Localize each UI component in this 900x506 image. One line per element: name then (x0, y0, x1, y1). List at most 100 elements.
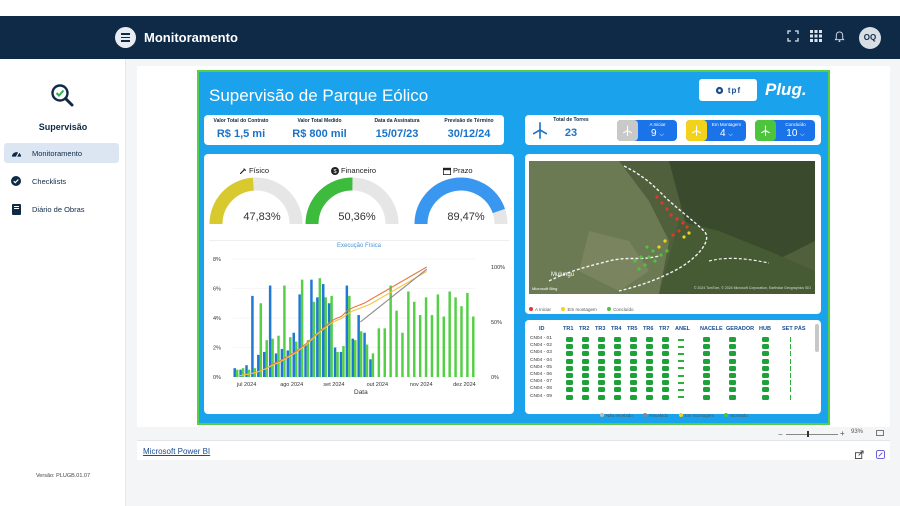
bar (472, 316, 475, 377)
table-header: TR1 (563, 326, 574, 332)
y2-tick-label: 0% (491, 375, 499, 381)
sidebar-item-checklists[interactable]: Checklists (4, 171, 119, 191)
powerbi-footer: Microsoft Power BI (137, 440, 890, 460)
table-cell-status (646, 380, 653, 386)
bar (383, 328, 386, 377)
table-cell-status (662, 358, 669, 364)
bar (294, 341, 298, 377)
table-cell-status (646, 365, 653, 371)
bar (300, 279, 304, 377)
x-axis-label: Data (354, 389, 368, 396)
zoom-slider-handle[interactable] (807, 431, 809, 437)
table-cell-status (703, 351, 710, 357)
chevron-down-icon: ⌵ (659, 132, 664, 138)
map-view[interactable]: Mulungu Microsoft Bing © 2024 TomTom, © … (529, 161, 815, 294)
status-pill-concluido[interactable]: Concluído 10 ⌵ (755, 120, 815, 141)
bar (318, 278, 322, 377)
table-cell-status (703, 365, 710, 371)
table-cell-status (703, 337, 710, 342)
bar (330, 295, 333, 378)
table-row-id: CN04 - 09 (530, 393, 552, 399)
sidebar-item-label: Diário de Obras (32, 204, 85, 214)
table-cell-status (566, 373, 573, 378)
check-circle-icon (10, 175, 22, 187)
kpi-label: Valor Total Medido (297, 118, 342, 124)
progress-card: Físico $ Financeiro Prazo 47,83% 50,36% … (204, 154, 514, 414)
table-scrollbar[interactable] (815, 324, 819, 352)
table-cell-status (678, 338, 684, 341)
table-cell-status (598, 344, 605, 350)
legend-montado: Montado (724, 413, 748, 418)
powerbi-report: Supervisão de Parque Eólico tpf Plug. Va… (197, 70, 830, 425)
table-cell-status (678, 388, 684, 391)
legend-concluido: Concluído (607, 307, 633, 312)
fullscreen-icon[interactable] (785, 30, 801, 46)
table-cell-status (566, 337, 573, 342)
bar (233, 368, 236, 377)
table-cell-status (598, 351, 605, 357)
zoom-out-button[interactable]: − (778, 430, 783, 439)
table-cell-status (703, 380, 710, 386)
table-cell-status (790, 358, 795, 364)
execucao-fisica-chart: Execução Física 0% 2% 4% 6% 8% 0% 50% 100% jul 2… (209, 240, 509, 410)
kpi-value: R$ 800 mil (292, 128, 347, 140)
powerbi-link[interactable]: Microsoft Power BI (143, 447, 210, 456)
bar (401, 332, 404, 377)
zoom-slider[interactable] (786, 434, 838, 435)
report-title: Supervisão de Parque Eólico (209, 86, 429, 105)
table-header: TR2 (579, 326, 590, 332)
sidebar-item-monitoramento[interactable]: Monitoramento (4, 143, 119, 163)
bar (283, 285, 286, 377)
supervision-logo-icon (50, 83, 74, 107)
table-header: TR5 (627, 326, 638, 332)
x-tick-label: jul 2024 (236, 382, 256, 388)
table-cell-status (678, 396, 684, 399)
kpi-signature-date: Data da Assinatura 15/07/23 (362, 118, 432, 140)
table-cell-status (762, 351, 769, 357)
sidebar: Supervisão Monitoramento Checklists Diár… (0, 59, 126, 506)
table-header: HUB (759, 326, 771, 332)
table-cell-status (582, 344, 589, 350)
table-cell-status (598, 387, 605, 393)
zoom-in-button[interactable]: + (840, 429, 845, 438)
share-icon[interactable] (855, 446, 864, 464)
menu-button[interactable] (115, 27, 136, 48)
table-cell-status (790, 344, 795, 350)
table-cell-status (582, 358, 589, 364)
kpi-value: 15/07/23 (375, 128, 419, 140)
gauge-value-prazo: 89,47% (447, 211, 485, 223)
bell-icon[interactable] (831, 30, 847, 46)
apps-grid-icon[interactable] (808, 30, 824, 46)
status-pill-a-iniciar[interactable]: A Iniciar 9 ⌵ (617, 120, 677, 141)
bar (271, 338, 274, 377)
table-cell-status (678, 352, 684, 355)
fit-page-icon[interactable] (876, 430, 884, 436)
table-cell-status (678, 374, 684, 377)
bar (454, 297, 457, 377)
table-cell-status (762, 380, 769, 386)
bar (430, 315, 434, 377)
table-header: GERADOR (726, 326, 755, 332)
bar (354, 340, 357, 378)
table-cell-status (598, 365, 605, 371)
y-tick-label: 4% (213, 316, 221, 322)
table-cell-status (646, 387, 653, 393)
status-pill-em-montagem[interactable]: Em Montagem 4 ⌵ (686, 120, 746, 141)
user-avatar[interactable]: OQ (859, 27, 881, 49)
sidebar-item-diario-de-obras[interactable]: Diário de Obras (4, 199, 119, 219)
legend-em-montagem: Em montagem (678, 413, 714, 418)
table-cell-status (729, 365, 736, 371)
table-cell-status (662, 394, 669, 400)
expand-icon[interactable] (876, 446, 885, 464)
status-label: A Iniciar (649, 122, 666, 127)
bar (316, 297, 319, 377)
table-cell-status (662, 344, 669, 350)
table-cell-status (762, 344, 769, 350)
bar (245, 365, 248, 377)
status-label: Concluído (785, 122, 806, 127)
app-header: Monitoramento OQ (0, 16, 900, 59)
kpi-label: Total de Torres (553, 117, 589, 123)
table-cell-status (582, 380, 589, 386)
table-header: TR4 (611, 326, 622, 332)
table-cell-status (790, 373, 795, 378)
